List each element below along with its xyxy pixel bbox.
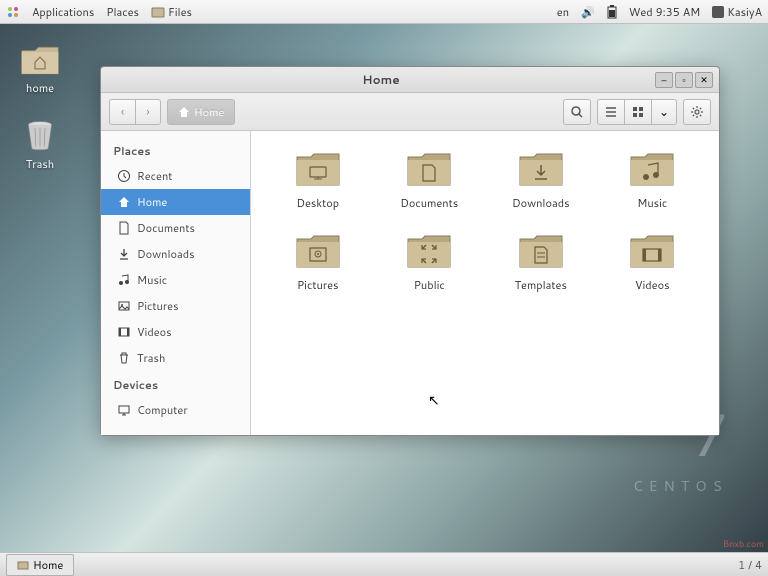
- desktop-trash-icon[interactable]: Trash: [20, 116, 60, 172]
- titlebar[interactable]: Home ‒ ▫ ✕: [101, 67, 719, 93]
- desktop-home-icon[interactable]: home: [20, 40, 60, 96]
- sidebar: Places Recent Home Documents Downloads Music…: [101, 131, 251, 435]
- video-icon: [117, 325, 131, 339]
- folder-desktop[interactable]: Desktop: [267, 147, 369, 211]
- folder-music[interactable]: Music: [602, 147, 704, 211]
- settings-button[interactable]: [683, 99, 711, 125]
- folder-label: Desktop: [296, 195, 339, 211]
- toolbar: ‹ › Home ⌄: [101, 93, 719, 131]
- folder-icon: [17, 559, 29, 571]
- desktop-trash-label: Trash: [26, 156, 54, 172]
- sidebar-item-trash[interactable]: Trash: [101, 345, 250, 371]
- distro-icon: [6, 5, 20, 19]
- sidebar-item-label: Computer: [137, 402, 188, 418]
- folder-templates[interactable]: Templates: [490, 229, 592, 293]
- folder-label: Pictures: [297, 277, 339, 293]
- sidebar-item-label: Pictures: [137, 298, 179, 314]
- folder-icon: [517, 229, 565, 271]
- folder-label: Public: [414, 277, 445, 293]
- back-button[interactable]: ‹: [109, 99, 135, 125]
- folder-label: Documents: [400, 195, 458, 211]
- places-menu[interactable]: Places: [106, 4, 139, 20]
- folder-icon: [628, 147, 676, 189]
- folder-icon: [405, 229, 453, 271]
- home-icon: [117, 195, 131, 209]
- sidebar-item-downloads[interactable]: Downloads: [101, 241, 250, 267]
- folder-label: Videos: [635, 277, 670, 293]
- folder-icon: [294, 147, 342, 189]
- folder-pictures[interactable]: Pictures: [267, 229, 369, 293]
- sidebar-item-label: Videos: [137, 324, 172, 340]
- workspace-indicator[interactable]: 1 / 4: [738, 557, 762, 573]
- user-menu[interactable]: KasiyA: [712, 4, 762, 20]
- gear-icon: [690, 105, 704, 119]
- folder-label: Templates: [515, 277, 567, 293]
- files-app-icon[interactable]: Files: [151, 4, 192, 20]
- forward-button[interactable]: ›: [135, 99, 161, 125]
- centos-name: CENTOS: [633, 476, 728, 496]
- battery-icon[interactable]: [607, 5, 617, 19]
- close-button[interactable]: ✕: [695, 72, 713, 88]
- view-dropdown-button[interactable]: ⌄: [651, 99, 677, 125]
- download-icon: [117, 247, 131, 261]
- list-icon: [604, 105, 618, 119]
- desktop-home-label: home: [26, 80, 54, 96]
- file-grid: Desktop Documents Downloads Music Pictur…: [251, 131, 719, 435]
- sidebar-item-label: Music: [137, 272, 167, 288]
- sidebar-item-label: Documents: [137, 220, 195, 236]
- search-button[interactable]: [563, 99, 591, 125]
- sidebar-item-videos[interactable]: Videos: [101, 319, 250, 345]
- sidebar-item-documents[interactable]: Documents: [101, 215, 250, 241]
- sidebar-places-heading: Places: [101, 137, 250, 163]
- sidebar-item-home[interactable]: Home: [101, 189, 250, 215]
- sidebar-item-label: Trash: [137, 350, 165, 366]
- chevron-down-icon: ⌄: [659, 103, 669, 120]
- folder-documents[interactable]: Documents: [379, 147, 481, 211]
- folder-label: Downloads: [512, 195, 570, 211]
- sidebar-item-pictures[interactable]: Pictures: [101, 293, 250, 319]
- maximize-button[interactable]: ▫: [675, 72, 693, 88]
- folder-downloads[interactable]: Downloads: [490, 147, 592, 211]
- watermark: Bnxb.com: [723, 537, 764, 550]
- view-grid-button[interactable]: [624, 99, 651, 125]
- picture-icon: [117, 299, 131, 313]
- search-icon: [570, 105, 584, 119]
- folder-videos[interactable]: Videos: [602, 229, 704, 293]
- clock[interactable]: Wed 9:35 AM: [629, 4, 701, 20]
- sidebar-item-label: Recent: [137, 168, 172, 184]
- file-manager-window: Home ‒ ▫ ✕ ‹ › Home ⌄ Places Recent Home D…: [100, 66, 720, 436]
- folder-icon: [628, 229, 676, 271]
- folder-icon: [405, 147, 453, 189]
- sidebar-item-computer[interactable]: Computer: [101, 397, 250, 423]
- bottom-panel: Home 1 / 4: [0, 552, 768, 576]
- sidebar-item-music[interactable]: Music: [101, 267, 250, 293]
- view-list-button[interactable]: [597, 99, 624, 125]
- sidebar-item-label: Downloads: [137, 246, 195, 262]
- window-title: Home: [107, 71, 655, 88]
- top-panel: Applications Places Files en 🔊 Wed 9:35 …: [0, 0, 768, 24]
- folder-label: Music: [637, 195, 667, 211]
- folder-public[interactable]: Public: [379, 229, 481, 293]
- grid-icon: [631, 105, 645, 119]
- folder-icon: [294, 229, 342, 271]
- desktop-icons: home Trash: [20, 40, 60, 172]
- taskbar-window-button[interactable]: Home: [6, 554, 74, 576]
- folder-icon: [517, 147, 565, 189]
- applications-menu[interactable]: Applications: [32, 4, 94, 20]
- home-icon: [178, 106, 190, 118]
- music-icon: [117, 273, 131, 287]
- volume-icon[interactable]: 🔊: [581, 4, 595, 20]
- path-home-button[interactable]: Home: [167, 99, 235, 125]
- minimize-button[interactable]: ‒: [655, 72, 673, 88]
- computer-icon: [117, 403, 131, 417]
- clock-icon: [117, 169, 131, 183]
- language-indicator[interactable]: en: [557, 4, 569, 20]
- trash-icon: [117, 351, 131, 365]
- sidebar-item-recent[interactable]: Recent: [101, 163, 250, 189]
- document-icon: [117, 221, 131, 235]
- sidebar-item-label: Home: [137, 194, 167, 210]
- sidebar-devices-heading: Devices: [101, 371, 250, 397]
